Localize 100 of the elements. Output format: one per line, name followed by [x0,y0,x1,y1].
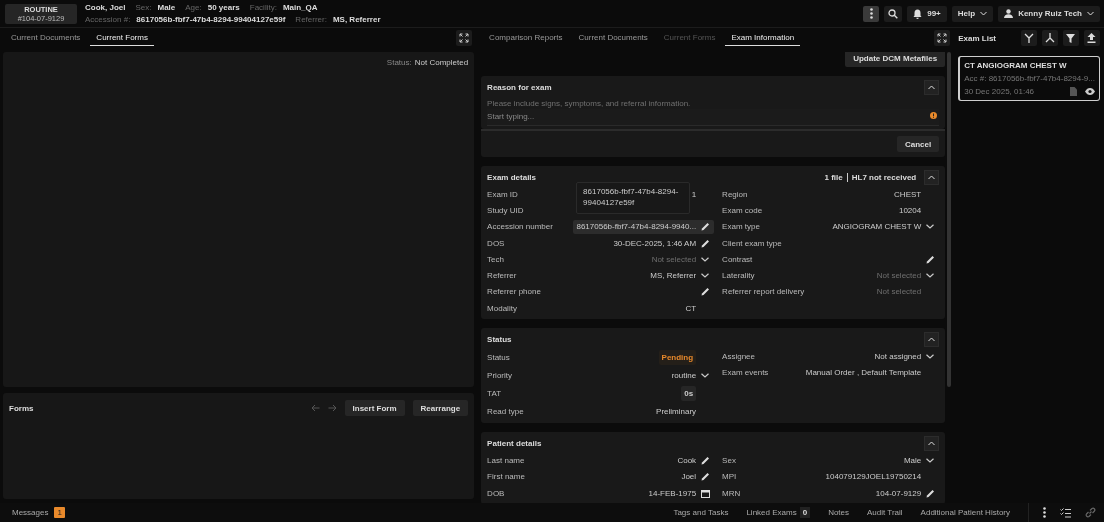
linked-count: 0 [799,507,811,518]
chevron-down-icon[interactable] [926,273,935,279]
field-label: Exam ID [487,189,518,199]
tab[interactable]: Comparison Reports [483,30,569,46]
collapse-button[interactable] [924,80,940,95]
field-label: MRN [722,488,741,498]
collapse-button[interactable] [924,170,940,185]
update-button[interactable]: Update DCM Metafiles [845,52,946,67]
field-label: Last name [487,456,525,465]
field-label: Contrast [722,254,753,264]
bell-icon [913,8,923,19]
exam-card[interactable]: CT ANGIOGRAM CHEST W Acc #: 8617056b-fbf7-47b4-8294-9... 30 Dec 2025, 01:46 [958,56,1100,101]
files-count: 1 file [824,173,843,182]
header-label: Referrer: [295,15,327,24]
tab[interactable]: Current Documents [5,30,87,46]
upload-button[interactable] [1084,30,1100,46]
user-button[interactable]: Kenny Ruiz Tech [998,5,1100,22]
tab[interactable]: Current Documents [572,30,654,46]
exam-title: CT ANGIOGRAM CHEST W [964,61,1068,70]
field-label: Tech [487,254,504,264]
cancel-button[interactable]: Cancel [897,136,940,152]
select-field[interactable]: Not selected [873,268,940,283]
exam-date: 30 Dec 2025, 01:46 [964,87,1035,96]
section-title: Exam details [487,173,537,182]
arrow-left-icon[interactable] [310,404,320,412]
field-value: CHEST [894,189,922,199]
expand-icon [937,33,948,43]
field-label: Modality [487,303,517,313]
form-button[interactable]: Insert Form [344,400,405,416]
field-value: 104-07-9129 [875,488,922,498]
edit-icon[interactable] [700,287,710,297]
exam-accession: Acc #: 8617056b-fbf7-47b4-8294-9... [964,74,1095,83]
field-label: Region [722,189,748,199]
hl7-status: HL7 not received [851,173,917,182]
field-value: routine [671,370,697,380]
section-title: Patient details [487,439,542,449]
user-icon [1004,9,1014,18]
field-label: Referrer report delivery [722,287,805,297]
chevron-down-icon[interactable] [701,256,710,262]
collapse-button[interactable] [924,332,940,348]
messages-tab[interactable]: Messages [12,508,49,517]
tab[interactable]: Current Forms [90,30,154,46]
chevron-down-icon[interactable] [926,353,935,359]
chevron-up-icon [928,85,936,90]
chevron-down-icon[interactable] [926,224,935,230]
field-value: 14-FEB-1975 [648,488,697,498]
filter-button[interactable] [1063,30,1079,46]
text-input[interactable]: Start typing... [487,110,926,124]
chevron-down-icon[interactable] [701,273,710,279]
merge-icon [1045,33,1055,43]
split-icon [1024,33,1034,43]
tab[interactable]: Exam Information [725,30,801,46]
field-value: ANGIOGRAM CHEST W [832,222,922,232]
calendar-icon[interactable] [700,488,710,498]
link-icon[interactable] [1085,507,1096,518]
select-field[interactable]: Not selected [648,252,715,267]
reason-field[interactable]: Start typing... [487,109,940,126]
bottom-tab[interactable]: Audit Trail [867,508,903,517]
bottom-tab[interactable]: Notes [828,508,850,517]
more-icon[interactable] [1043,507,1046,518]
scrollbar-thumb[interactable] [947,52,952,387]
field-label: MPI [722,472,737,482]
field-value: 8617056b-fbf7-47b4-8294-9940... [576,222,697,232]
message-count: 1 [54,507,65,518]
field-label: Exam type [722,222,760,232]
document-icon[interactable] [1070,87,1077,96]
warning-icon [930,112,938,119]
filter-icon [1066,33,1076,43]
arrow-right-icon[interactable] [327,404,337,412]
merge-button[interactable] [1042,30,1058,46]
header-value: Main_QA [282,3,318,12]
edit-icon[interactable] [925,254,935,264]
chevron-down-icon[interactable] [701,372,710,378]
bottom-tab[interactable]: Tags and Tasks [673,508,729,517]
status-value: Not Completed [414,58,469,67]
bottom-tab[interactable]: Additional Patient History [920,508,1010,517]
checklist-icon[interactable] [1060,507,1071,518]
expand-button[interactable] [934,30,951,46]
chevron-up-icon [928,175,936,180]
select-field[interactable]: Not selected [873,284,940,299]
split-button[interactable] [1021,30,1037,46]
bottom-tab[interactable]: Linked Exams [746,508,797,517]
expand-button[interactable] [456,30,473,46]
more-button[interactable] [863,5,880,22]
field-label: Assignee [722,351,756,361]
form-button[interactable]: Rearrange [412,400,469,416]
field-label: DOB [487,488,505,498]
edit-icon[interactable] [925,488,935,498]
chevron-down-icon [980,11,988,16]
help-button[interactable]: Help [951,5,994,22]
field-label: DOS [487,238,505,248]
eye-icon[interactable] [1085,88,1095,95]
chevron-down-icon[interactable] [926,458,935,463]
field-label: Referrer [487,271,517,281]
status-label: Status: [386,58,412,67]
collapse-button[interactable] [924,436,940,452]
field-value: Joel [681,472,697,482]
notifications-button[interactable]: 99+ [907,5,947,22]
search-button[interactable] [884,5,903,22]
field-value: CT [685,303,697,313]
